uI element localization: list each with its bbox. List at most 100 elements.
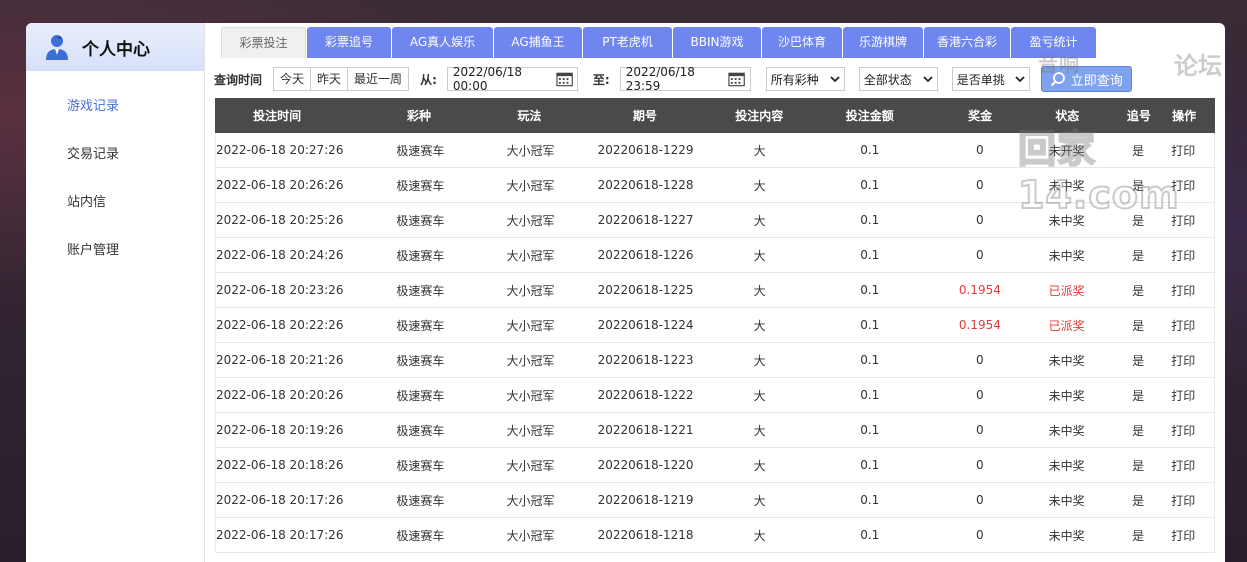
tab-5[interactable]: BBIN游戏	[673, 27, 761, 58]
table-row: 2022-06-18 20:24:26 极速赛车 大小冠军 20220618-1226…	[215, 238, 1215, 273]
table-cell: 0	[976, 178, 984, 192]
table-row: 2022-06-18 20:21:26 极速赛车 大小冠军 20220618-1223…	[215, 343, 1215, 378]
sidebar-item-0[interactable]: 游戏记录	[26, 83, 204, 131]
table-cell: 大	[753, 528, 766, 543]
table-cell: 极速赛车	[396, 353, 445, 368]
lottery-type-select[interactable]: 所有彩种	[765, 67, 845, 91]
print-link[interactable]: 打印	[1152, 282, 1214, 299]
table-cell: 未中奖	[1048, 388, 1085, 403]
column-header: 投注时间	[253, 109, 302, 123]
column-header: 投注金额	[845, 109, 894, 123]
query-button-label: 立即查询	[1070, 73, 1123, 89]
table-cell: 大	[753, 283, 766, 298]
table-cell: 是	[1132, 318, 1145, 333]
tab-2[interactable]: AG真人娱乐	[392, 27, 493, 58]
table-cell: 0	[976, 143, 984, 157]
table-cell: 大小冠军	[506, 423, 555, 438]
print-link[interactable]: 打印	[1152, 317, 1214, 334]
table-cell: 是	[1132, 528, 1145, 543]
table-cell: 是	[1132, 423, 1145, 438]
tab-4[interactable]: PT老虎机	[583, 27, 672, 58]
table-cell: 0.1	[860, 213, 880, 227]
table-row: 2022-06-18 20:17:26 极速赛车 大小冠军 20220618-1219…	[215, 483, 1215, 518]
print-link[interactable]: 打印	[1152, 457, 1214, 474]
tab-8[interactable]: 香港六合彩	[924, 27, 1010, 58]
table-cell: 0.1	[860, 143, 880, 157]
print-link[interactable]: 打印	[1152, 177, 1214, 194]
table-cell: 20220618-1220	[597, 458, 694, 472]
sidebar-item-1[interactable]: 交易记录	[26, 131, 204, 179]
table-cell: 2022-06-18 20:17:26	[216, 493, 344, 507]
search-icon	[1050, 72, 1065, 87]
table-cell: 2022-06-18 20:26:26	[216, 178, 344, 192]
print-link[interactable]: 打印	[1152, 422, 1214, 439]
print-link[interactable]: 打印	[1152, 492, 1214, 509]
table-row: 2022-06-18 20:19:26 极速赛车 大小冠军 20220618-1221…	[215, 413, 1215, 448]
print-link[interactable]: 打印	[1152, 142, 1214, 159]
table-cell: 大	[753, 143, 766, 158]
table-cell: 2022-06-18 20:24:26	[216, 248, 344, 262]
table-cell: 2022-06-18 20:20:26	[216, 388, 344, 402]
print-link[interactable]: 打印	[1152, 212, 1214, 229]
sidebar-item-2[interactable]: 站内信	[26, 179, 204, 227]
to-date-input[interactable]: 2022/06/18 23:59	[619, 65, 751, 93]
sidebar-menu: 游戏记录 交易记录 站内信 账户管理	[26, 71, 204, 275]
table-cell: 2022-06-18 20:17:26	[216, 528, 344, 542]
print-link[interactable]: 打印	[1152, 247, 1214, 264]
single-bet-select[interactable]: 是否单挑	[951, 67, 1030, 91]
main-panel: 个人中心 游戏记录 交易记录 站内信 账户管理 彩票投注 彩票追号 AG真人娱乐 AG捕鱼王…	[26, 23, 1225, 562]
table-cell: 大	[753, 353, 766, 368]
tab-1[interactable]: 彩票追号	[307, 27, 391, 58]
tab-6[interactable]: 沙巴体育	[762, 27, 842, 58]
sidebar-title: 个人中心	[82, 39, 150, 60]
table-row: 2022-06-18 20:25:26 极速赛车 大小冠军 20220618-1227…	[215, 203, 1215, 238]
table-cell: 0.1	[860, 353, 880, 367]
to-label: 至:	[592, 72, 610, 87]
print-link[interactable]: 打印	[1152, 387, 1214, 404]
table-cell: 大小冠军	[506, 493, 555, 508]
table-cell: 大	[753, 493, 766, 508]
table-cell: 是	[1132, 353, 1145, 368]
chevron-down-icon	[923, 75, 933, 82]
column-header: 投注内容	[735, 109, 784, 123]
status-select[interactable]: 全部状态	[858, 67, 938, 91]
tab-0[interactable]: 彩票投注	[221, 27, 306, 58]
calendar-icon[interactable]	[556, 71, 573, 87]
quick-range-button-0[interactable]: 今天	[274, 68, 312, 90]
table-cell: 20220618-1225	[597, 283, 694, 297]
table-cell: 大小冠军	[506, 178, 555, 193]
quick-range-button-2[interactable]: 最近一周	[348, 68, 408, 90]
table-cell: 2022-06-18 20:21:26	[216, 353, 344, 367]
table-row: 2022-06-18 20:18:26 极速赛车 大小冠军 20220618-1220…	[215, 448, 1215, 483]
tab-9[interactable]: 盈亏统计	[1011, 27, 1096, 58]
quick-range-button-1[interactable]: 昨天	[311, 68, 349, 90]
table-cell: 2022-06-18 20:19:26	[216, 423, 344, 437]
table-cell: 未中奖	[1048, 528, 1085, 543]
from-label: 从:	[420, 72, 437, 87]
table-cell: 0.1954	[958, 318, 1001, 332]
table-cell: 大	[753, 248, 766, 263]
table-cell: 20220618-1219	[597, 493, 694, 507]
calendar-icon[interactable]	[728, 71, 746, 87]
table-cell: 0	[976, 248, 984, 262]
query-button[interactable]: 立即查询	[1040, 66, 1132, 92]
table-cell: 大	[753, 458, 766, 473]
table-cell: 大小冠军	[506, 528, 555, 543]
table-cell: 20220618-1224	[597, 318, 694, 332]
bet-records-table: 投注时间 彩种 玩法 期号 投注内容 投注金额 奖金 状态 追号 操作 2022-06-18 20…	[215, 98, 1215, 553]
tab-7[interactable]: 乐游棋牌	[843, 27, 923, 58]
tab-3[interactable]: AG捕鱼王	[494, 27, 582, 58]
table-cell: 大小冠军	[506, 318, 555, 333]
table-cell: 0.1	[860, 248, 880, 262]
print-link[interactable]: 打印	[1152, 352, 1214, 369]
print-link[interactable]: 打印	[1152, 527, 1214, 544]
from-date-input[interactable]: 2022/06/18 00:00	[446, 65, 578, 93]
table-cell: 2022-06-18 20:27:26	[216, 143, 344, 157]
table-cell: 大	[753, 318, 766, 333]
table-cell: 极速赛车	[396, 213, 445, 228]
table-cell: 是	[1132, 213, 1145, 228]
user-icon	[46, 35, 68, 60]
sidebar-item-3[interactable]: 账户管理	[26, 227, 204, 275]
sidebar: 个人中心 游戏记录 交易记录 站内信 账户管理	[26, 23, 205, 562]
table-cell: 0.1	[860, 178, 880, 192]
